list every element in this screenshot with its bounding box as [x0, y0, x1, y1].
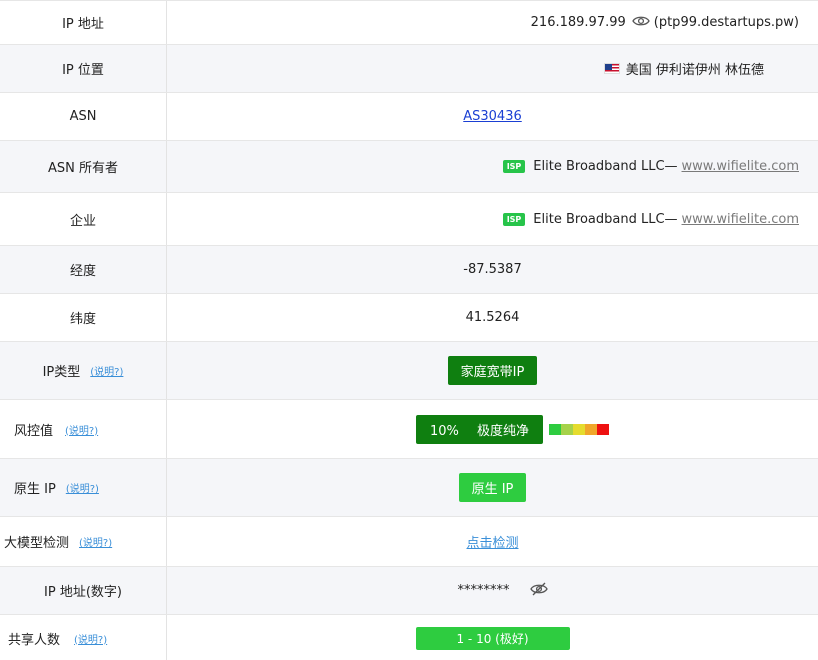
row-value: ISP Elite Broadband LLC— www.wifielite.c…: [167, 141, 818, 192]
native-label: 原生 IP: [14, 482, 56, 497]
company-name: Elite Broadband LLC—: [533, 211, 678, 227]
eye-off-icon[interactable]: [529, 582, 548, 600]
help-link[interactable]: (说明?): [66, 480, 99, 495]
risk-label: 风控值: [14, 423, 54, 439]
row-value: 家庭宽带IP: [167, 342, 818, 399]
row-label: 原生 IP (说明?): [0, 459, 167, 516]
native-ip-badge: 原生 IP: [458, 473, 527, 502]
risk-scale-segment: [597, 423, 610, 435]
us-flag-icon: [603, 63, 620, 74]
row-ip-type: IP类型 (说明?) 家庭宽带IP: [0, 342, 818, 400]
ip-info-table: IP 地址 216.189.97.99 (ptp99.destartups.pw…: [0, 0, 818, 660]
row-value: 10% 极度纯净: [167, 400, 818, 458]
row-asn-owner: ASN 所有者 ISP Elite Broadband LLC— www.wif…: [0, 141, 818, 193]
risk-scale-segment: [585, 423, 598, 435]
llm-detect-link[interactable]: 点击检测: [466, 532, 518, 551]
longitude-value: -87.5387: [463, 262, 522, 277]
row-label: IP 地址(数字): [0, 567, 167, 614]
row-value: 原生 IP: [167, 459, 818, 516]
company-site-link[interactable]: www.wifielite.com: [682, 212, 799, 227]
row-label: 纬度: [0, 294, 167, 341]
owner-name: Elite Broadband LLC—: [533, 159, 678, 174]
row-ip-numeric: IP 地址(数字) ********: [0, 567, 818, 615]
row-value: 41.5264: [167, 294, 818, 341]
row-label: IP 位置: [0, 45, 167, 92]
llm-label: 大模型检测: [4, 536, 70, 551]
row-asn: ASN AS30436: [0, 93, 818, 141]
row-share-count: 共享人数 (说明?) 1 - 10 (极好): [0, 615, 818, 660]
row-longitude: 经度 -87.5387: [0, 246, 818, 294]
row-value: 216.189.97.99 (ptp99.destartups.pw): [167, 1, 818, 44]
row-label: 经度: [0, 246, 167, 293]
row-label: IP 地址: [0, 1, 167, 44]
ip-numeric-masked: ********: [457, 583, 510, 598]
row-value: -87.5387: [167, 246, 818, 293]
row-ip-address: IP 地址 216.189.97.99 (ptp99.destartups.pw…: [0, 1, 818, 45]
row-value: ********: [167, 567, 818, 614]
row-value: 1 - 10 (极好): [167, 615, 818, 660]
help-link[interactable]: (说明?): [90, 363, 123, 378]
eye-icon[interactable]: [632, 15, 650, 31]
row-label: 企业: [0, 193, 167, 245]
risk-percent: 10%: [429, 423, 459, 439]
asn-link[interactable]: AS30436: [463, 109, 522, 124]
row-value: ISP Elite Broadband LLC— www.wifielite.c…: [167, 193, 818, 245]
row-native-ip: 原生 IP (说明?) 原生 IP: [0, 459, 818, 517]
row-value: 美国 伊利诺伊州 林伍德: [167, 45, 818, 92]
share-count-badge: 1 - 10 (极好): [415, 626, 570, 650]
row-latitude: 纬度 41.5264: [0, 294, 818, 342]
risk-desc: 极度纯净: [477, 423, 530, 439]
row-risk: 风控值 (说明?) 10% 极度纯净: [0, 400, 818, 459]
latitude-value: 41.5264: [465, 310, 520, 325]
risk-scale-segment: [549, 423, 562, 435]
isp-badge: ISP: [502, 212, 526, 226]
risk-scale-segment: [573, 423, 586, 435]
row-label: 风控值 (说明?): [0, 400, 167, 458]
help-link[interactable]: (说明?): [65, 422, 98, 437]
help-link[interactable]: (说明?): [79, 534, 112, 549]
ip-type-label: IP类型: [42, 365, 81, 380]
owner-site-link[interactable]: www.wifielite.com: [682, 159, 799, 174]
hostname-text: (ptp99.destartups.pw): [653, 15, 799, 30]
row-value: 点击检测: [167, 517, 818, 566]
risk-badge: 10% 极度纯净: [415, 414, 544, 444]
row-ip-location: IP 位置 美国 伊利诺伊州 林伍德: [0, 45, 818, 93]
risk-scale-segment: [561, 423, 574, 435]
row-label: IP类型 (说明?): [0, 342, 167, 399]
isp-badge: ISP: [502, 160, 526, 173]
row-llm-detection: 大模型检测 (说明?) 点击检测: [0, 517, 818, 567]
risk-scale-bar: [549, 423, 610, 435]
row-label: 共享人数 (说明?): [0, 615, 167, 660]
ip-address-text: 216.189.97.99: [530, 15, 626, 30]
row-value: AS30436: [167, 93, 818, 140]
help-link[interactable]: (说明?): [74, 631, 107, 646]
row-company: 企业 ISP Elite Broadband LLC— www.wifielit…: [0, 193, 818, 246]
row-label: ASN: [0, 93, 167, 140]
location-text: 美国 伊利诺伊州 林伍德: [625, 63, 764, 78]
ip-type-badge: 家庭宽带IP: [447, 356, 538, 385]
row-label: ASN 所有者: [0, 141, 167, 192]
row-label: 大模型检测 (说明?): [0, 517, 167, 566]
share-label: 共享人数: [8, 632, 61, 648]
